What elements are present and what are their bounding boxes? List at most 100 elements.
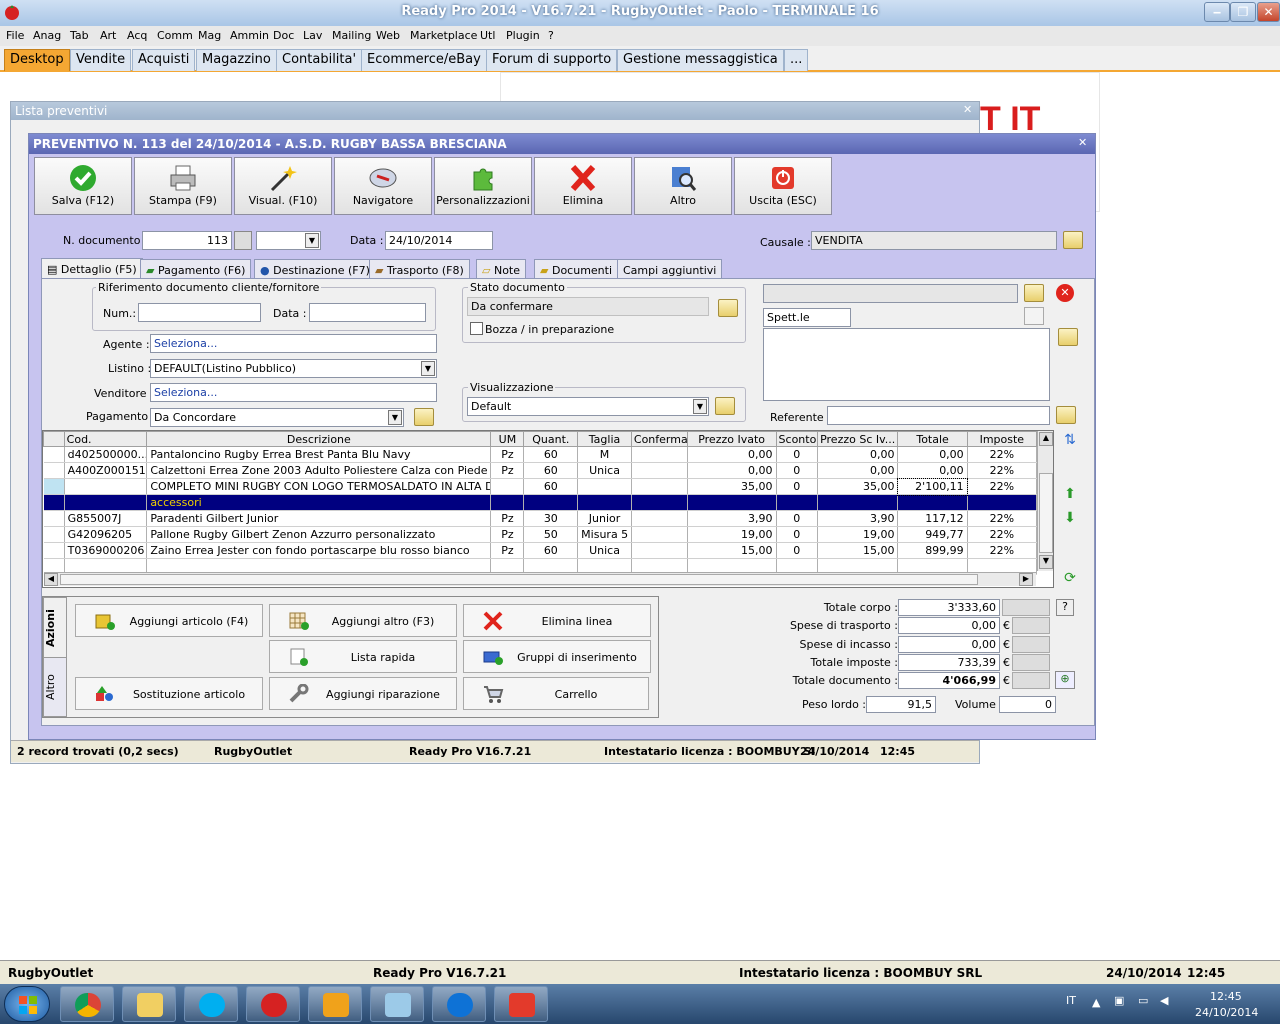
incasso-field[interactable]: 0,00	[898, 636, 1000, 653]
cell-taglia[interactable]: Unica	[577, 462, 632, 479]
ndoc-suffix-button[interactable]	[234, 231, 252, 250]
network-icon[interactable]: ▣	[1114, 994, 1124, 1007]
table-row[interactable]: d402500000... Pantaloncino Rugby Errea Br…	[43, 446, 1038, 463]
tab-contabilita[interactable]: Contabilita'	[276, 49, 363, 71]
col-header[interactable]: Totale	[897, 431, 968, 447]
address-field[interactable]	[763, 328, 1050, 401]
venditore-field[interactable]: Seleziona...	[150, 383, 437, 402]
navigator-button[interactable]: Navigatore	[334, 157, 432, 215]
cell-sconto[interactable]	[776, 494, 818, 511]
cell-desc[interactable]: accessori	[146, 494, 492, 511]
ref-date-field[interactable]	[309, 303, 426, 322]
cell-um[interactable]	[490, 494, 525, 511]
menu-art[interactable]: Art	[100, 29, 116, 42]
menu-web[interactable]: Web	[376, 29, 400, 42]
remove-customer-icon[interactable]: ✕	[1056, 284, 1074, 302]
cell-cod[interactable]: A400Z000151	[64, 462, 148, 479]
bozza-checkbox[interactable]	[470, 322, 483, 335]
taskbar-skype[interactable]	[184, 986, 238, 1022]
col-header[interactable]: UM	[490, 431, 525, 447]
referente-field[interactable]	[827, 406, 1050, 425]
add-article-button[interactable]: Aggiungi articolo (F4)	[75, 604, 263, 637]
taskbar-chrome[interactable]	[60, 986, 114, 1022]
grid-horizontal-scrollbar[interactable]: ◀ ▶	[44, 572, 1036, 586]
monitor-icon[interactable]: ▭	[1138, 994, 1148, 1007]
help-button[interactable]: ?	[1056, 599, 1074, 616]
grid-vertical-scrollbar[interactable]: ▲ ▼	[1037, 431, 1053, 571]
add-repair-button[interactable]: Aggiungi riparazione	[269, 677, 457, 710]
cell-sconto[interactable]: 0	[776, 526, 818, 543]
chevron-down-icon[interactable]: ▼	[693, 399, 707, 414]
folder-icon[interactable]	[1058, 328, 1078, 346]
row-indicator[interactable]	[43, 494, 65, 511]
menu-plugin[interactable]: Plugin	[506, 29, 540, 42]
move-up-icon[interactable]: ⬆	[1060, 486, 1080, 504]
spett-field[interactable]: Spett.le	[763, 308, 851, 327]
close-icon[interactable]: ✕	[1078, 136, 1087, 149]
cell-conf[interactable]	[631, 542, 688, 559]
table-row[interactable]: T0369000206 Zaino Errea Jester con fondo …	[43, 542, 1038, 559]
chevron-down-icon[interactable]: ▼	[421, 361, 435, 376]
col-header[interactable]: Conferma	[630, 431, 688, 447]
folder-icon[interactable]	[414, 408, 434, 426]
cell-totale[interactable]: 0,00	[897, 462, 968, 479]
chevron-up-icon[interactable]: ▲	[1092, 996, 1100, 1009]
save-button[interactable]: Salva (F12)	[34, 157, 132, 215]
menu-lav[interactable]: Lav	[303, 29, 322, 42]
scroll-thumb[interactable]	[1039, 473, 1053, 553]
cell-prezzo[interactable]: 35,00	[687, 478, 777, 495]
cell-cod[interactable]: T0369000206	[64, 542, 148, 559]
cell-um[interactable]: Pz	[490, 542, 525, 559]
exit-button[interactable]: Uscita (ESC)	[734, 157, 832, 215]
table-row[interactable]: accessori	[43, 494, 1038, 511]
taskbar-acrobat[interactable]	[494, 986, 548, 1022]
zoom-icon[interactable]: ⊕	[1055, 671, 1075, 689]
taskbar-notes[interactable]	[370, 986, 424, 1022]
contact-icon[interactable]	[1024, 307, 1044, 325]
righe-grid[interactable]: Cod. Descrizione UM Quant. Taglia Confer…	[42, 430, 1054, 588]
menu-acq[interactable]: Acq	[127, 29, 147, 42]
taskbar-teamviewer[interactable]	[432, 986, 486, 1022]
cell-imposte[interactable]	[967, 494, 1038, 511]
row-indicator[interactable]	[43, 542, 65, 559]
menu-tab[interactable]: Tab	[70, 29, 89, 42]
cell-sconto[interactable]: 0	[776, 510, 818, 527]
refresh-icon[interactable]: ⟳	[1060, 570, 1080, 588]
cell-prezzo_sc[interactable]: 0,00	[817, 446, 899, 463]
folder-icon[interactable]	[715, 397, 735, 415]
close-icon[interactable]: ✕	[963, 103, 972, 116]
cell-imposte[interactable]: 22%	[967, 462, 1038, 479]
cell-taglia[interactable]	[577, 494, 632, 511]
cell-um[interactable]	[490, 478, 525, 495]
replace-article-button[interactable]: Sostituzione articolo	[75, 677, 263, 710]
clock-date[interactable]: 24/10/2014	[1195, 1006, 1258, 1019]
tab-forum[interactable]: Forum di supporto	[486, 49, 618, 71]
cell-sconto[interactable]: 0	[776, 542, 818, 559]
tab-messaggistica[interactable]: Gestione messaggistica	[617, 49, 784, 71]
cell-prezzo[interactable]: 3,90	[687, 510, 777, 527]
table-row[interactable]: G42096205 Pallone Rugby Gilbert Zenon Azz…	[43, 526, 1038, 543]
cell-taglia[interactable]: M	[577, 446, 632, 463]
col-header[interactable]: Sconto	[775, 431, 818, 447]
tab-desktop[interactable]: Desktop	[4, 49, 70, 71]
cell-conf[interactable]	[631, 494, 688, 511]
close-button[interactable]: ✕	[1257, 2, 1280, 22]
cell-prezzo_sc[interactable]: 35,00	[817, 478, 899, 495]
causale-field[interactable]: VENDITA	[811, 231, 1057, 250]
start-button[interactable]	[4, 986, 50, 1022]
trasporto-field[interactable]: 0,00	[898, 617, 1000, 634]
restore-button[interactable]: ❐	[1230, 2, 1256, 22]
cell-cod[interactable]: d402500000...	[64, 446, 148, 463]
agente-field[interactable]: Seleziona...	[150, 334, 437, 353]
scroll-down-icon[interactable]: ▼	[1039, 555, 1053, 569]
cliente-field[interactable]	[763, 284, 1018, 303]
menu-utl[interactable]: Utl	[480, 29, 495, 42]
cell-desc[interactable]: Paradenti Gilbert Junior	[146, 510, 492, 527]
clock-time[interactable]: 12:45	[1210, 990, 1242, 1003]
cell-um[interactable]: Pz	[490, 510, 525, 527]
move-down-icon[interactable]: ⬇	[1060, 510, 1080, 528]
add-other-button[interactable]: Aggiungi altro (F3)	[269, 604, 457, 637]
tab-altro[interactable]: Altro	[43, 657, 67, 717]
menu-mailing[interactable]: Mailing	[332, 29, 371, 42]
cell-desc[interactable]: Pallone Rugby Gilbert Zenon Azzurro pers…	[146, 526, 492, 543]
